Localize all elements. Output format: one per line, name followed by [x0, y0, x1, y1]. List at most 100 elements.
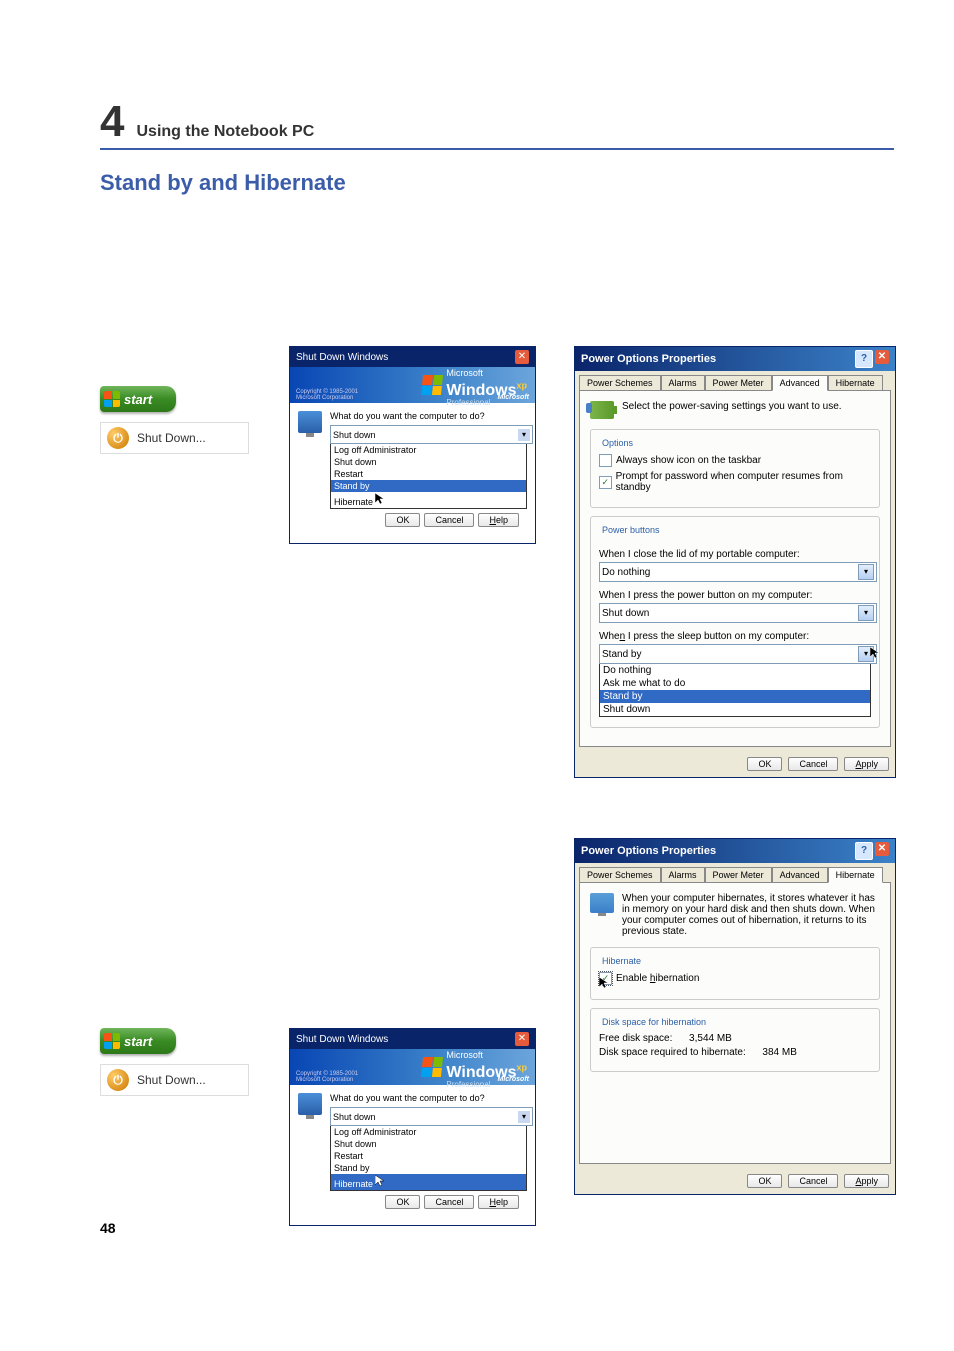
- shutdown-dialog: Shut Down Windows ✕ MicrosoftWindowsxp P…: [289, 1028, 536, 1226]
- tab-advanced[interactable]: Advanced: [772, 375, 828, 391]
- dropdown-option[interactable]: Restart: [331, 1150, 526, 1162]
- disk-space-group-title: Disk space for hibernation: [599, 1017, 709, 1027]
- cancel-button[interactable]: Cancel: [788, 757, 838, 771]
- shutdown-action-select[interactable]: Shut down ▾: [330, 425, 533, 444]
- power-options-advanced-dialog: Power Options Properties ? ✕ Power Schem…: [574, 346, 896, 778]
- intro-text: When your computer hibernates, it stores…: [622, 893, 880, 937]
- close-lid-label: When I close the lid of my portable comp…: [599, 549, 871, 560]
- dropdown-option[interactable]: Stand by: [600, 690, 870, 703]
- checkbox-show-icon[interactable]: [599, 454, 612, 467]
- shutdown-action-select[interactable]: Shut down ▾: [330, 1107, 533, 1126]
- ok-button[interactable]: OK: [385, 513, 420, 527]
- windows-flag-icon: [104, 391, 120, 407]
- dropdown-option[interactable]: Ask me what to do: [600, 677, 870, 690]
- dialog-title: Power Options Properties: [581, 845, 716, 857]
- sleep-button-select[interactable]: Stand by ▾: [599, 644, 877, 664]
- cancel-button[interactable]: Cancel: [424, 513, 474, 527]
- cursor-icon: [599, 977, 609, 989]
- dropdown-option[interactable]: Log off Administrator: [331, 444, 526, 456]
- shutdown-menu-item[interactable]: ⏻ Shut Down...: [100, 1064, 249, 1096]
- required-disk-label: Disk space required to hibernate:: [599, 1047, 746, 1058]
- power-button-label: When I press the power button on my comp…: [599, 590, 871, 601]
- dropdown-option[interactable]: Do nothing: [600, 664, 870, 677]
- dropdown-option[interactable]: Hibernate: [331, 1174, 526, 1190]
- monitor-icon: [590, 893, 614, 913]
- tab-advanced[interactable]: Advanced: [772, 867, 828, 882]
- shutdown-question: What do you want the computer to do?: [330, 1093, 527, 1103]
- close-icon[interactable]: ✕: [875, 350, 889, 364]
- chevron-down-icon: ▾: [518, 1111, 530, 1123]
- ok-button[interactable]: OK: [747, 757, 782, 771]
- battery-icon: [590, 401, 614, 419]
- power-options-hibernate-dialog: Power Options Properties ? ✕ Power Schem…: [574, 838, 896, 1195]
- monitor-icon: [298, 1093, 322, 1115]
- chapter-number: 4: [100, 100, 124, 144]
- free-disk-label: Free disk space:: [599, 1033, 672, 1044]
- power-buttons-group-title: Power buttons: [599, 525, 663, 535]
- checkbox-enable-hibernation[interactable]: ✓: [599, 972, 612, 985]
- dropdown-option[interactable]: Shut down: [600, 703, 870, 716]
- help-icon[interactable]: ?: [855, 350, 873, 368]
- cancel-button[interactable]: Cancel: [424, 1195, 474, 1209]
- monitor-icon: [298, 411, 322, 433]
- intro-text: Select the power-saving settings you wan…: [622, 401, 842, 412]
- tab-hibernate[interactable]: Hibernate: [828, 375, 883, 390]
- help-button[interactable]: Help: [478, 513, 519, 527]
- shutdown-menu-label: Shut Down...: [137, 1073, 206, 1087]
- tab-hibernate[interactable]: Hibernate: [828, 867, 883, 883]
- checkbox-label: Prompt for password when computer resume…: [616, 471, 871, 493]
- tab-bar: Power Schemes Alarms Power Meter Advance…: [575, 371, 895, 390]
- close-lid-select[interactable]: Do nothing ▾: [599, 562, 877, 582]
- ok-button[interactable]: OK: [385, 1195, 420, 1209]
- help-icon[interactable]: ?: [855, 842, 873, 860]
- tab-power-schemes[interactable]: Power Schemes: [579, 375, 661, 390]
- shutdown-menu-label: Shut Down...: [137, 431, 206, 445]
- shutdown-question: What do you want the computer to do?: [330, 411, 527, 421]
- checkbox-prompt-password[interactable]: ✓: [599, 476, 612, 489]
- start-button[interactable]: start: [100, 1028, 176, 1054]
- apply-button[interactable]: Apply: [844, 757, 889, 771]
- start-button[interactable]: start: [100, 386, 176, 412]
- start-button-label: start: [124, 392, 152, 407]
- shutdown-dialog-title: Shut Down Windows: [296, 352, 388, 363]
- dialog-title: Power Options Properties: [581, 353, 716, 365]
- dropdown-option[interactable]: Hibernate: [331, 492, 526, 508]
- page-number: 48: [100, 1220, 116, 1236]
- tab-power-meter[interactable]: Power Meter: [705, 375, 772, 390]
- cursor-icon: [375, 493, 385, 505]
- dropdown-option[interactable]: Stand by: [331, 1162, 526, 1174]
- power-button-select[interactable]: Shut down ▾: [599, 603, 877, 623]
- ok-button[interactable]: OK: [747, 1174, 782, 1188]
- dropdown-option[interactable]: Restart: [331, 468, 526, 480]
- shutdown-menu-item[interactable]: ⏻ Shut Down...: [100, 422, 249, 454]
- shutdown-dropdown: Log off Administrator Shut down Restart …: [330, 444, 527, 509]
- apply-button[interactable]: Apply: [844, 1174, 889, 1188]
- checkbox-label: Enable hibernation: [616, 973, 699, 984]
- free-disk-value: 3,544 MB: [689, 1033, 732, 1044]
- cursor-icon: [375, 1175, 385, 1187]
- tab-power-meter[interactable]: Power Meter: [705, 867, 772, 882]
- cursor-icon: [870, 647, 880, 659]
- tab-alarms[interactable]: Alarms: [661, 375, 705, 390]
- sleep-button-label: When I press the sleep button on my comp…: [599, 631, 871, 642]
- cancel-button[interactable]: Cancel: [788, 1174, 838, 1188]
- windows-flag-icon: [104, 1033, 120, 1049]
- dropdown-option[interactable]: Shut down: [331, 456, 526, 468]
- power-icon: ⏻: [107, 427, 129, 449]
- required-disk-value: 384 MB: [762, 1047, 796, 1058]
- chevron-down-icon: ▾: [858, 646, 874, 662]
- help-button[interactable]: Help: [478, 1195, 519, 1209]
- options-group-title: Options: [599, 438, 636, 448]
- checkbox-label: Always show icon on the taskbar: [616, 455, 761, 466]
- chevron-down-icon: ▾: [518, 429, 530, 441]
- shutdown-dropdown: Log off Administrator Shut down Restart …: [330, 1126, 527, 1191]
- close-icon[interactable]: ✕: [875, 842, 889, 856]
- chevron-down-icon: ▾: [858, 564, 874, 580]
- tab-power-schemes[interactable]: Power Schemes: [579, 867, 661, 882]
- tab-alarms[interactable]: Alarms: [661, 867, 705, 882]
- dropdown-option[interactable]: Stand by: [331, 480, 526, 492]
- tab-bar: Power Schemes Alarms Power Meter Advance…: [575, 863, 895, 882]
- dropdown-option[interactable]: Shut down: [331, 1138, 526, 1150]
- start-button-label: start: [124, 1034, 152, 1049]
- dropdown-option[interactable]: Log off Administrator: [331, 1126, 526, 1138]
